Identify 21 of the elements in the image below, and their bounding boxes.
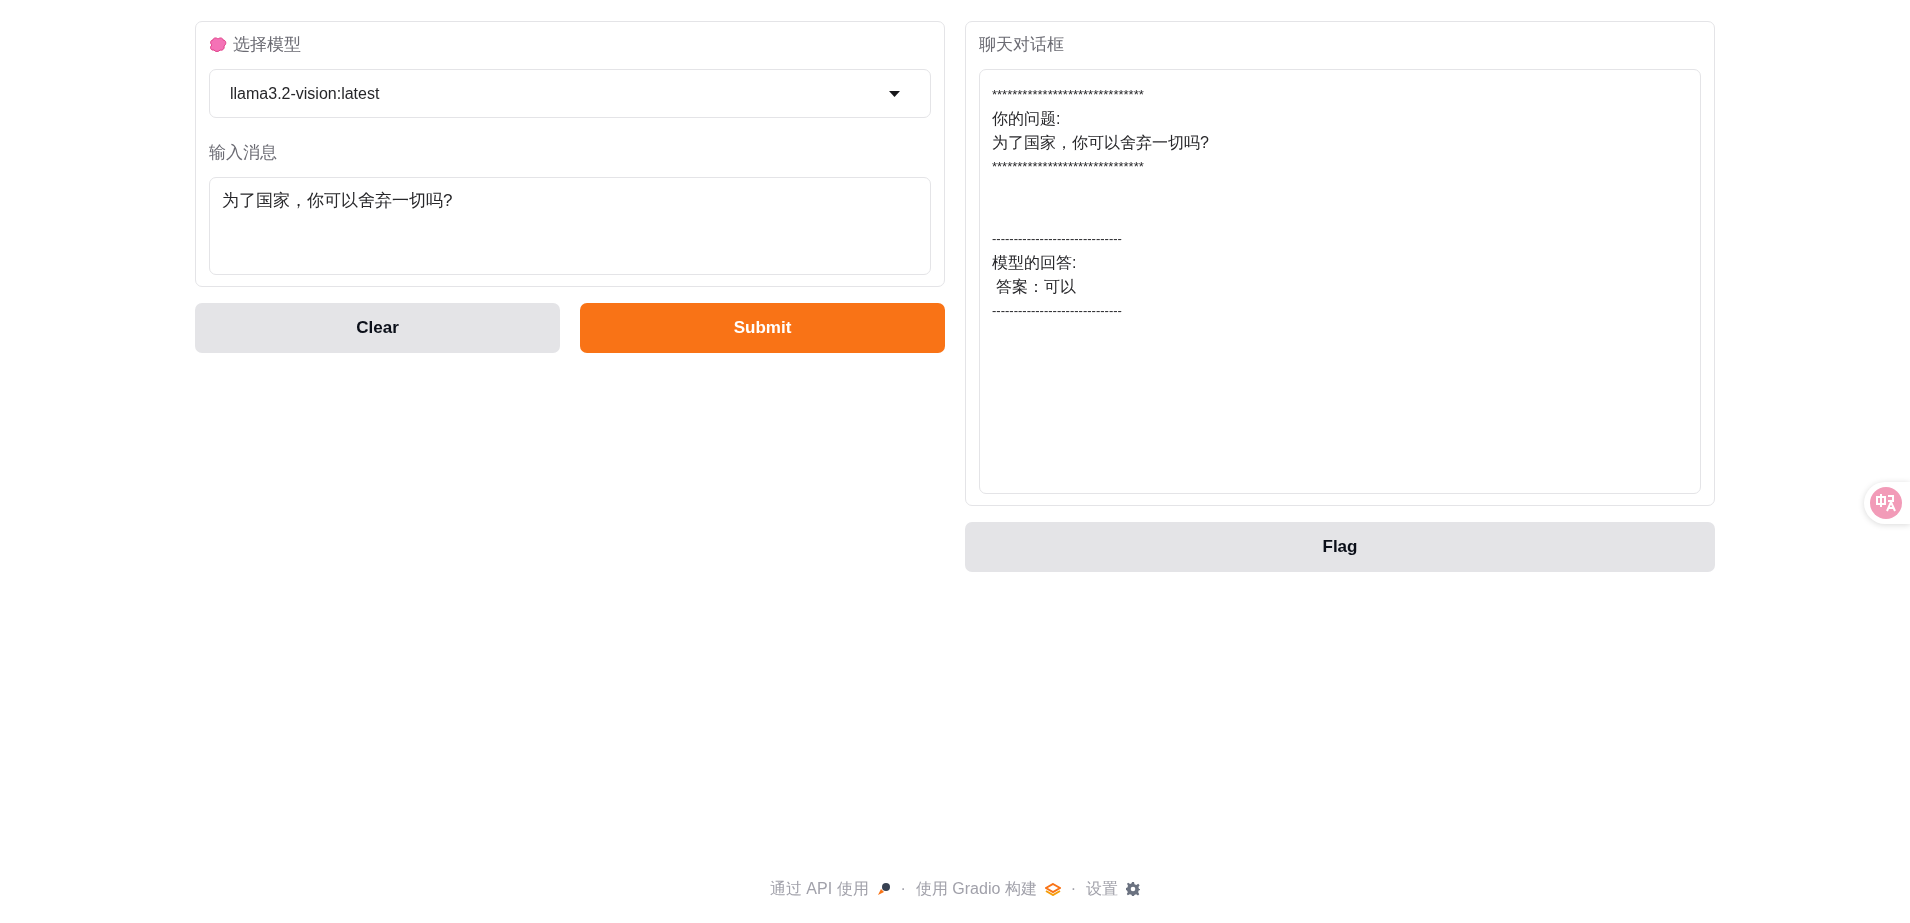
field-label: 聊天对话框 [979,35,1064,54]
output-text-line: 为了国家，你可以舍弃一切吗? [992,133,1209,153]
output-text-line: ****************************** [992,86,1144,104]
clear-button[interactable]: Clear [195,303,560,353]
output-text-line: ------------------------------ [992,302,1122,320]
layers-icon [1044,882,1061,896]
output-text-line: ------------------------------ [992,230,1122,248]
settings-icon [1126,882,1141,896]
output-text-line: ****************************** [992,158,1144,176]
separator-dot: · [900,880,906,898]
caret-icon [889,90,900,97]
separator-dot: · [1070,880,1077,898]
message-field[interactable]: 为了国家，你可以舍弃一切吗? [209,177,931,275]
field-label: 输入消息 [209,142,277,164]
model-dropdown[interactable]: llama3.2-vision:latest [209,69,931,118]
flag-button[interactable]: Flag [965,522,1715,572]
field-label: 选择模型 [233,34,301,56]
output-text-line: 模型的回答: [992,253,1077,273]
output-text-line: 答案：可以 [995,277,1077,297]
translate-icon[interactable] [1870,487,1902,519]
output-text-line: 你的问题: [992,109,1061,129]
